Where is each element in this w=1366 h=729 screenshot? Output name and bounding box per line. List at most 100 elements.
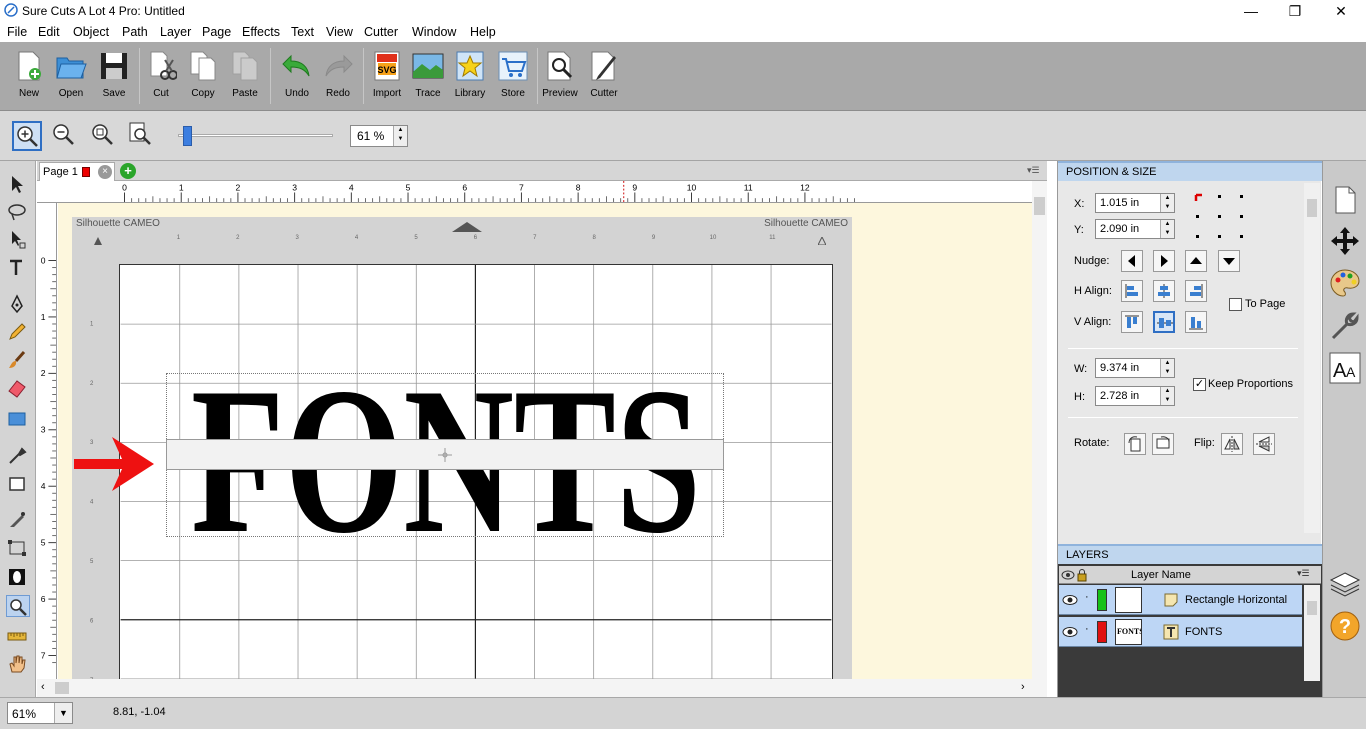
ruler-tool[interactable]: [6, 625, 30, 647]
open-button[interactable]: Open: [51, 48, 91, 104]
rotate-ccw-button[interactable]: [1124, 433, 1146, 455]
lasso-tool[interactable]: [6, 201, 30, 223]
maximize-button[interactable]: ❐: [1272, 0, 1318, 22]
text-style-icon[interactable]: AA: [1329, 352, 1361, 384]
horizontal-scroll-thumb[interactable]: [55, 682, 69, 694]
x-position-input[interactable]: 1.015 in ▲ ▼: [1095, 193, 1175, 213]
scroll-right-icon[interactable]: ›: [1021, 681, 1025, 693]
align-bottom-button[interactable]: [1185, 311, 1207, 333]
wrench-icon[interactable]: [1329, 310, 1361, 342]
align-left-button[interactable]: [1121, 280, 1143, 302]
tab-menu-icon[interactable]: ▾☰: [1027, 165, 1040, 176]
save-button[interactable]: Save: [94, 48, 134, 104]
menu-object[interactable]: Object: [73, 25, 109, 39]
nudge-left-button[interactable]: [1121, 250, 1143, 272]
redo-button[interactable]: Redo: [318, 48, 358, 104]
menu-cutter[interactable]: Cutter: [364, 25, 398, 39]
eyedropper-tool[interactable]: [6, 445, 30, 467]
nudge-right-button[interactable]: [1153, 250, 1175, 272]
layer-color-swatch[interactable]: [1097, 621, 1107, 643]
layer-color-swatch[interactable]: [1097, 589, 1107, 611]
align-top-button[interactable]: [1121, 311, 1143, 333]
width-stepper[interactable]: ▲ ▼: [1160, 359, 1174, 377]
cut-button[interactable]: Cut: [141, 48, 181, 104]
copy-button[interactable]: Copy: [183, 48, 223, 104]
layers-stack-icon[interactable]: [1329, 567, 1361, 599]
nudge-up-button[interactable]: [1185, 250, 1207, 272]
close-window-button[interactable]: ✕: [1318, 0, 1364, 22]
menu-help[interactable]: Help: [470, 25, 496, 39]
close-page-icon[interactable]: ×: [98, 165, 112, 179]
nudge-down-button[interactable]: [1218, 250, 1240, 272]
contour-tool[interactable]: [6, 566, 30, 588]
node-select-tool[interactable]: [6, 228, 30, 250]
lock-dot[interactable]: ·: [1085, 623, 1089, 635]
reference-point-selector[interactable]: [1194, 193, 1246, 241]
zoom-in-button[interactable]: [12, 121, 42, 151]
zoom-out-button[interactable]: [50, 121, 80, 151]
knife-tool[interactable]: [6, 509, 30, 531]
minimize-button[interactable]: —: [1228, 0, 1274, 22]
scroll-left-icon[interactable]: ‹: [41, 681, 45, 693]
preview-button[interactable]: Preview: [540, 48, 580, 104]
library-button[interactable]: Library: [450, 48, 490, 104]
eraser-tool[interactable]: [6, 377, 30, 399]
menu-text[interactable]: Text: [291, 25, 314, 39]
height-input[interactable]: 2.728 in ▲ ▼: [1095, 386, 1175, 406]
vertical-scrollbar[interactable]: [1032, 181, 1047, 679]
tab-page-1[interactable]: Page 1 ×: [39, 162, 115, 181]
zoom-fit-button[interactable]: [89, 121, 119, 151]
color-palette-icon[interactable]: [1329, 267, 1361, 299]
zoom-slider-track[interactable]: [178, 134, 333, 137]
hand-tool[interactable]: [6, 653, 30, 675]
zoom-stepper[interactable]: ▲ ▼: [393, 126, 407, 146]
page-settings-icon[interactable]: [1329, 184, 1361, 216]
menu-file[interactable]: File: [7, 25, 27, 39]
align-middle-button[interactable]: [1153, 311, 1175, 333]
new-button[interactable]: New: [9, 48, 49, 104]
width-input[interactable]: 9.374 in ▲ ▼: [1095, 358, 1175, 378]
cutter-button[interactable]: Cutter: [584, 48, 624, 104]
y-position-input[interactable]: 2.090 in ▲ ▼: [1095, 219, 1175, 239]
shape-tool[interactable]: [6, 408, 30, 430]
menu-edit[interactable]: Edit: [38, 25, 60, 39]
add-page-icon[interactable]: +: [120, 163, 136, 179]
menu-layer[interactable]: Layer: [160, 25, 191, 39]
eye-icon[interactable]: [1062, 594, 1078, 606]
fill-tool[interactable]: [6, 473, 30, 495]
vertical-scroll-thumb[interactable]: [1034, 197, 1045, 215]
keep-proportions-checkbox[interactable]: ✓: [1193, 378, 1206, 391]
layer-row[interactable]: · FONTS FONTS: [1059, 617, 1302, 647]
align-center-h-button[interactable]: [1153, 280, 1175, 302]
flip-vertical-button[interactable]: [1253, 433, 1275, 455]
panel-scrollbar[interactable]: [1304, 183, 1320, 533]
trace-button[interactable]: Trace: [408, 48, 448, 104]
zoom-tool[interactable]: [6, 595, 30, 617]
move-arrows-icon[interactable]: [1329, 225, 1361, 257]
layers-menu-icon[interactable]: ▾☰: [1297, 568, 1310, 579]
zoom-page-button[interactable]: [127, 121, 157, 151]
paste-button[interactable]: Paste: [225, 48, 265, 104]
import-button[interactable]: SVG Import: [367, 48, 407, 104]
zoom-percent-input[interactable]: 61 % ▲ ▼: [350, 125, 408, 147]
panel-scroll-thumb[interactable]: [1307, 199, 1317, 217]
pen-tool[interactable]: [6, 294, 30, 316]
chevron-down-icon[interactable]: ▼: [54, 703, 72, 723]
menu-window[interactable]: Window: [412, 25, 456, 39]
rotate-cw-button[interactable]: [1152, 433, 1174, 455]
menu-path[interactable]: Path: [122, 25, 148, 39]
eye-icon[interactable]: [1062, 626, 1078, 638]
x-stepper[interactable]: ▲ ▼: [1160, 194, 1174, 212]
canvas[interactable]: Silhouette CAMEO Silhouette CAMEO 123456…: [58, 203, 1032, 679]
text-tool[interactable]: [6, 257, 30, 279]
layers-scrollbar[interactable]: [1304, 585, 1320, 681]
select-tool[interactable]: [6, 173, 30, 195]
to-page-checkbox[interactable]: [1229, 298, 1242, 311]
layers-scroll-thumb[interactable]: [1307, 601, 1317, 615]
store-button[interactable]: Store: [493, 48, 533, 104]
height-stepper[interactable]: ▲ ▼: [1160, 387, 1174, 405]
zoom-slider-thumb[interactable]: [183, 126, 193, 146]
brush-tool[interactable]: [6, 349, 30, 371]
horizontal-scrollbar[interactable]: ‹ ›: [37, 679, 1047, 697]
y-stepper[interactable]: ▲ ▼: [1160, 220, 1174, 238]
